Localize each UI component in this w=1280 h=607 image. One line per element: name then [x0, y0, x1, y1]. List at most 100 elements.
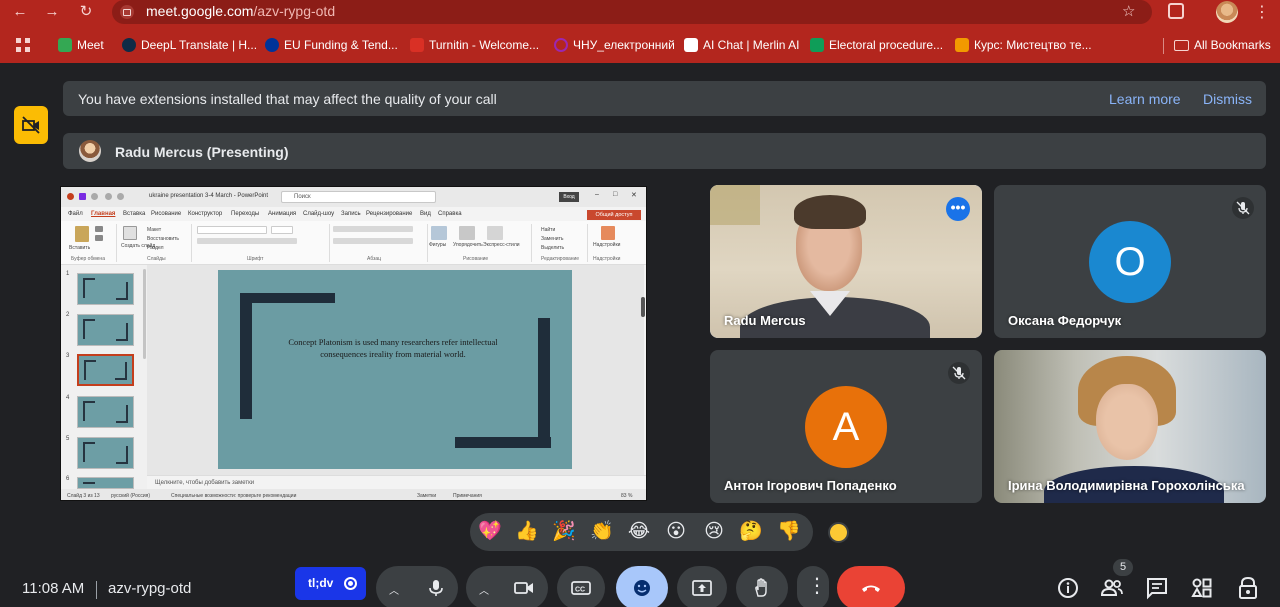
- browser-menu-icon[interactable]: ⋮: [1254, 2, 1270, 22]
- camera-icon[interactable]: [514, 578, 534, 598]
- chat-icon[interactable]: [1145, 576, 1169, 600]
- host-controls-icon[interactable]: [1236, 576, 1260, 600]
- slide-decoration: [455, 437, 551, 448]
- slide-body-text: Concept Platonism is used many researche…: [288, 337, 498, 359]
- address-row: ← → ↻ meet.google.com/azv-rypg-otd ☆ ⋮: [0, 0, 1280, 24]
- participant-tile-anton[interactable]: A Антон Ігорович Попаденко: [710, 350, 982, 503]
- participant-tile-oksana[interactable]: O Оксана Федорчук: [994, 185, 1266, 338]
- bookmark-item[interactable]: EU Funding & Tend...: [265, 37, 398, 53]
- more-options-button[interactable]: ⋮: [797, 566, 829, 607]
- ribbon-group-label: Редактирование: [541, 256, 580, 262]
- reaction-surprised[interactable]: 😮: [664, 520, 688, 544]
- notes-pane: Щелкните, чтобы добавить заметки: [147, 475, 646, 489]
- address-bar[interactable]: meet.google.com/azv-rypg-otd ☆: [112, 0, 1152, 24]
- meeting-info-icon[interactable]: [1056, 576, 1080, 600]
- pp-tab: Справка: [438, 211, 462, 217]
- chnu-icon: [554, 38, 568, 52]
- profile-avatar[interactable]: [1216, 1, 1238, 23]
- pp-tab: Файл: [68, 211, 83, 217]
- shared-screen[interactable]: ukraine presentation 3-4 March - PowerPo…: [60, 186, 647, 501]
- slide-number: 4: [66, 395, 70, 401]
- bookmark-item[interactable]: Turnitin - Welcome...: [410, 37, 539, 53]
- status-notes: Заметки: [417, 493, 437, 499]
- bookmark-star-icon[interactable]: ☆: [1122, 2, 1135, 20]
- reaction-clap[interactable]: 👏: [590, 520, 614, 544]
- bookmark-item[interactable]: AI Chat | Merlin AI: [684, 37, 800, 53]
- find-label: Найти: [541, 227, 556, 233]
- captions-button[interactable]: CC: [557, 566, 605, 607]
- more-options-icon[interactable]: •••: [946, 197, 970, 221]
- participant-name: Антон Ігорович Попаденко: [724, 478, 897, 493]
- back-icon[interactable]: ←: [10, 2, 30, 22]
- ribbon-separator: [329, 224, 330, 262]
- shapes-label: Фигуры: [429, 242, 447, 248]
- site-info-icon[interactable]: [120, 5, 134, 19]
- pp-tab: Слайд-шоу: [303, 211, 335, 217]
- slide-scrollbar: [641, 297, 645, 317]
- participant-tile-iryna[interactable]: Ірина Володимирівна Горохолінська: [994, 350, 1266, 503]
- mic-off-glyph: [952, 366, 966, 380]
- leave-call-button[interactable]: [837, 566, 905, 607]
- reaction-laugh[interactable]: 😂: [627, 520, 651, 544]
- reaction-party[interactable]: 🎉: [552, 520, 576, 544]
- participant-tile-radu[interactable]: ••• Radu Mercus: [710, 185, 982, 338]
- present-button[interactable]: [677, 566, 727, 607]
- raise-hand-button[interactable]: [736, 566, 788, 607]
- forward-icon[interactable]: →: [42, 2, 62, 22]
- learn-more-link[interactable]: Learn more: [1109, 91, 1181, 107]
- ribbon-group-label: Абзац: [367, 256, 382, 262]
- reaction-thinking[interactable]: 🤔: [739, 520, 763, 544]
- audio-options-icon[interactable]: ︿: [389, 582, 401, 597]
- ribbon-separator: [427, 224, 428, 262]
- people-icon[interactable]: [1100, 576, 1124, 600]
- arrange-label: Упорядочить: [453, 242, 483, 248]
- autosave-icon: [91, 193, 98, 200]
- pp-minimize-icon: –: [595, 191, 599, 198]
- bookmark-item[interactable]: Electoral procedure...: [810, 37, 943, 53]
- video-off-indicator[interactable]: [14, 106, 48, 144]
- skin-tone-selector[interactable]: [828, 522, 849, 543]
- url-text[interactable]: meet.google.com/azv-rypg-otd: [146, 3, 335, 19]
- bookmark-item[interactable]: Курс: Мистецтво те...: [955, 37, 1092, 53]
- reaction-heart[interactable]: 💖: [478, 520, 502, 544]
- video-options-icon[interactable]: ︿: [479, 582, 491, 597]
- camera-off-icon: [22, 116, 40, 134]
- bookmark-item[interactable]: ЧНУ_електронний: [554, 37, 675, 53]
- bookmark-item[interactable]: DeepL Translate | H...: [122, 37, 257, 53]
- reaction-thumbs-up[interactable]: 👍: [515, 520, 539, 544]
- tldv-extension-button[interactable]: tl;dv: [295, 567, 366, 600]
- dismiss-button[interactable]: Dismiss: [1203, 91, 1252, 107]
- extensions-icon[interactable]: [1168, 3, 1184, 19]
- reaction-thumbs-down[interactable]: 👎: [777, 520, 801, 544]
- video-person-face: [1096, 384, 1158, 460]
- shapes-icon: [431, 226, 447, 240]
- slide-thumbnail: [77, 396, 134, 428]
- mic-off-icon: [1232, 197, 1254, 219]
- folder-icon: [1174, 39, 1189, 51]
- new-slide-icon: [123, 226, 137, 240]
- ribbon-separator: [116, 224, 117, 262]
- hand-icon: [755, 578, 767, 597]
- participant-name: Radu Mercus: [724, 313, 806, 328]
- undo-icon: [105, 193, 112, 200]
- clock-divider: [96, 581, 97, 599]
- save-icon: [79, 193, 86, 200]
- addins-icon: [601, 226, 615, 240]
- bookmark-item[interactable]: Meet: [58, 37, 104, 53]
- activities-icon[interactable]: [1190, 576, 1214, 600]
- quick-styles-icon: [487, 226, 503, 240]
- status-zoom: 83 %: [621, 493, 633, 499]
- emoji-reactions-button[interactable]: [616, 566, 668, 607]
- participant-name: Ірина Володимирівна Горохолінська: [1008, 478, 1245, 493]
- ribbon-group-label: Шрифт: [247, 256, 264, 262]
- people-count-badge: 5: [1113, 559, 1133, 576]
- meeting-code[interactable]: azv-rypg-otd: [108, 580, 191, 597]
- apps-grid-icon[interactable]: [16, 38, 30, 52]
- slide-thumbnails: 1 2 3 4 5 6: [61, 265, 147, 489]
- ribbon-separator: [191, 224, 192, 262]
- reload-icon[interactable]: ↻: [76, 2, 96, 22]
- pp-maximize-icon: □: [613, 191, 618, 198]
- reaction-sad[interactable]: 😢: [702, 520, 726, 544]
- all-bookmarks[interactable]: All Bookmarks: [1174, 37, 1271, 53]
- microphone-icon[interactable]: [426, 578, 446, 598]
